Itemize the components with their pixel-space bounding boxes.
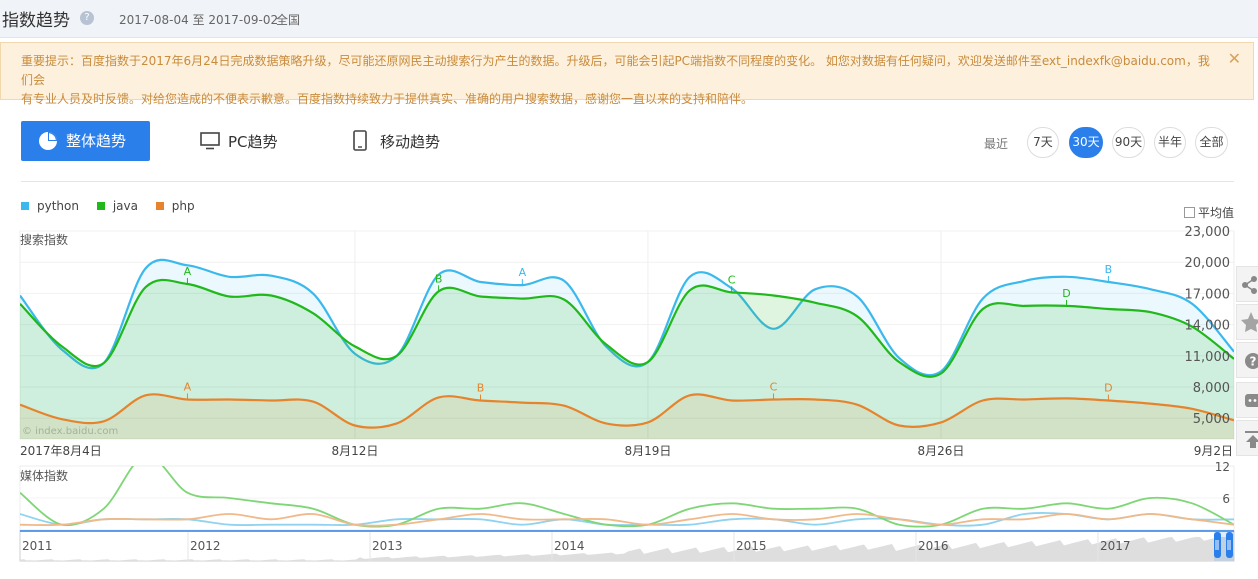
share-icon bbox=[1242, 276, 1257, 294]
y-tick-label: 5,000 bbox=[1193, 412, 1230, 427]
annotation-label: A bbox=[184, 380, 192, 393]
search-index-title: 搜索指数 bbox=[20, 232, 68, 247]
x-tick-label: 2017年8月4日 bbox=[20, 444, 102, 458]
y-tick-label: 20,000 bbox=[1185, 256, 1231, 271]
share-button[interactable] bbox=[1236, 266, 1258, 302]
annotation-label: B bbox=[435, 272, 443, 285]
annotation-label: D bbox=[1104, 382, 1112, 395]
annotation-label: C bbox=[770, 380, 778, 393]
help-icon: ? bbox=[1245, 353, 1258, 369]
y-tick-label: 14,000 bbox=[1185, 319, 1231, 334]
x-tick-label: 8月19日 bbox=[624, 444, 671, 458]
annotation-label: B bbox=[1105, 263, 1113, 276]
annotation-label: A bbox=[519, 266, 527, 279]
star-icon bbox=[1241, 312, 1258, 332]
navigator-year-label: 2017 bbox=[1100, 539, 1131, 553]
x-tick-label: 8月12日 bbox=[331, 444, 378, 458]
help-button[interactable]: ? bbox=[1236, 342, 1258, 378]
media-y-axis: 6 12 bbox=[1215, 460, 1230, 506]
navigator-year-label: 2013 bbox=[372, 539, 403, 553]
y-tick-label: 17,000 bbox=[1185, 287, 1231, 302]
annotation-label: C bbox=[728, 273, 736, 286]
x-axis: 2017年8月4日 8月12日 8月19日 8月26日 9月2日 bbox=[20, 444, 1233, 458]
media-line-php bbox=[20, 513, 1234, 527]
annotation-label: A bbox=[184, 265, 192, 278]
media-y-tick-label: 12 bbox=[1215, 460, 1230, 474]
chat-icon bbox=[1245, 394, 1258, 407]
x-tick-label: 8月26日 bbox=[918, 444, 965, 458]
navigator-year-label: 2015 bbox=[736, 539, 767, 553]
annotation-label: D bbox=[1062, 287, 1070, 300]
media-index-title: 媒体指数 bbox=[20, 468, 68, 483]
trend-chart[interactable]: 搜索指数 © index.baidu.com ABABCDABCD 5,0008… bbox=[0, 0, 1258, 579]
svg-text:?: ? bbox=[1250, 355, 1257, 369]
chat-button[interactable] bbox=[1236, 382, 1258, 418]
x-tick-label: 9月2日 bbox=[1194, 444, 1233, 458]
back-to-top-button[interactable] bbox=[1236, 420, 1258, 456]
annotation-label: B bbox=[477, 382, 485, 395]
y-tick-label: 23,000 bbox=[1185, 225, 1231, 240]
timeline-navigator[interactable]: 2011 2012 2013 2014 2015 2016 2017 bbox=[19, 530, 1235, 562]
navigator-year-label: 2011 bbox=[22, 539, 53, 553]
navigator-year-label: 2016 bbox=[918, 539, 949, 553]
y-tick-label: 8,000 bbox=[1193, 381, 1230, 396]
y-tick-label: 11,000 bbox=[1185, 350, 1231, 365]
navigator-year-label: 2014 bbox=[554, 539, 585, 553]
favorite-button[interactable] bbox=[1236, 304, 1258, 340]
main-series-layer bbox=[20, 258, 1234, 439]
back-to-top-icon bbox=[1245, 431, 1258, 448]
media-y-tick-label: 6 bbox=[1222, 492, 1230, 506]
navigator-year-label: 2012 bbox=[190, 539, 221, 553]
